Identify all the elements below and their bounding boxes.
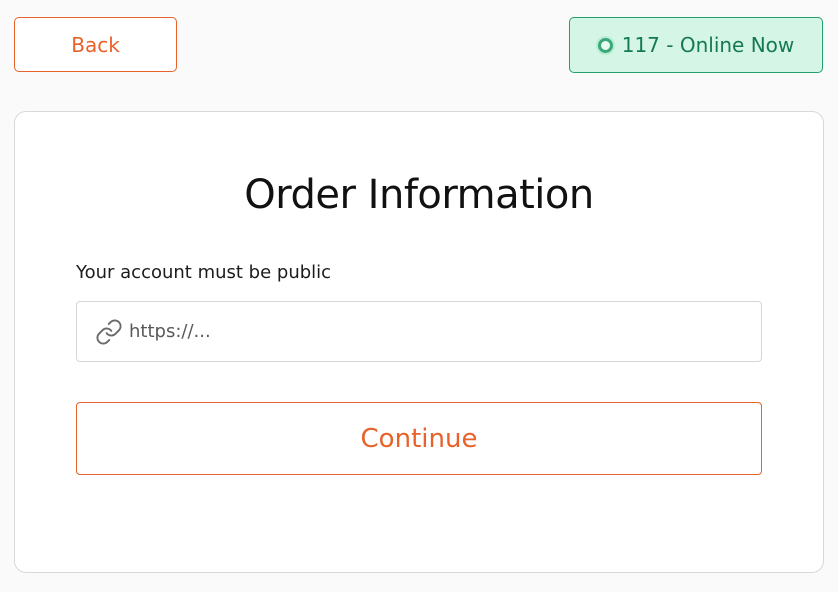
page-title: Order Information	[244, 172, 594, 218]
order-information-card: Order Information Your account must be p…	[14, 111, 824, 573]
account-public-note: Your account must be public	[76, 262, 332, 283]
continue-button[interactable]: Continue	[76, 402, 762, 475]
back-button[interactable]: Back	[14, 17, 177, 72]
link-icon	[94, 317, 124, 347]
url-input[interactable]	[129, 321, 729, 342]
online-status-text: 117 - Online Now	[621, 33, 795, 57]
online-status-badge: 117 - Online Now	[569, 17, 823, 73]
online-dot-icon	[597, 37, 613, 53]
url-field[interactable]	[76, 301, 762, 362]
